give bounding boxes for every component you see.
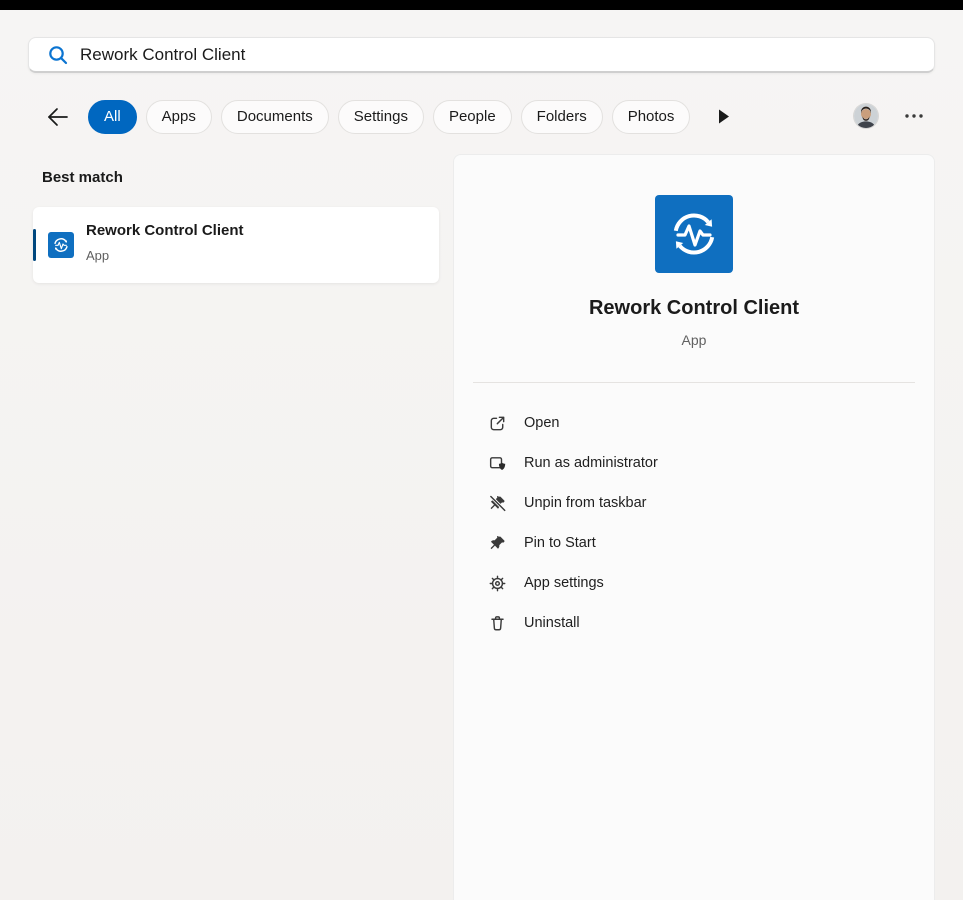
search-box [28,37,935,73]
search-icon [47,44,69,66]
tab-photos[interactable]: Photos [611,99,691,134]
unpin-icon [488,494,507,513]
more-filters-button[interactable] [718,109,732,125]
action-list: Open Run as administrator Unpin from tas… [473,403,915,643]
selection-indicator [33,229,36,261]
tab-apps[interactable]: Apps [145,99,212,134]
action-label: Run as administrator [524,455,658,471]
search-flyout: All Apps Documents Settings People Folde… [0,0,963,900]
action-label: Uninstall [524,615,580,631]
action-uninstall[interactable]: Uninstall [473,603,915,643]
search-input[interactable] [80,44,922,65]
action-label: Pin to Start [524,535,596,551]
back-button[interactable] [44,103,72,130]
action-label: App settings [524,575,604,591]
action-pin-to-start[interactable]: Pin to Start [473,523,915,563]
admin-shield-icon [488,454,507,473]
more-options-button[interactable] [903,107,925,125]
preview-panel: Rework Control Client App Open Run as ad… [453,154,935,900]
best-match-heading: Best match [42,169,123,186]
trash-icon [488,614,507,633]
best-match-result[interactable]: Rework Control Client App [33,207,439,283]
tab-settings[interactable]: Settings [337,99,424,134]
action-run-as-administrator[interactable]: Run as administrator [473,443,915,483]
gear-icon [488,574,507,593]
filter-tabs: All Apps Documents Settings People Folde… [88,99,732,134]
tab-folders[interactable]: Folders [520,99,603,134]
action-open[interactable]: Open [473,403,915,443]
back-arrow-icon [48,107,68,126]
tab-people[interactable]: People [432,99,512,134]
preview-app-type: App [681,332,707,348]
open-external-icon [488,414,507,433]
pin-icon [488,534,507,553]
user-avatar[interactable] [854,104,878,128]
divider [473,382,915,383]
tab-all[interactable]: All [88,99,137,134]
preview-app-name: Rework Control Client [588,297,799,319]
app-icon-small [48,232,74,258]
tab-documents[interactable]: Documents [220,99,329,134]
result-title: Rework Control Client [86,222,244,239]
app-icon-large [655,195,733,273]
ellipsis-icon [905,114,923,118]
action-label: Unpin from taskbar [524,495,647,511]
result-type: App [86,248,110,263]
avatar-photo [854,104,878,128]
action-unpin-from-taskbar[interactable]: Unpin from taskbar [473,483,915,523]
title-bar [0,0,963,10]
play-triangle-icon [719,109,730,124]
action-label: Open [524,415,560,431]
action-app-settings[interactable]: App settings [473,563,915,603]
